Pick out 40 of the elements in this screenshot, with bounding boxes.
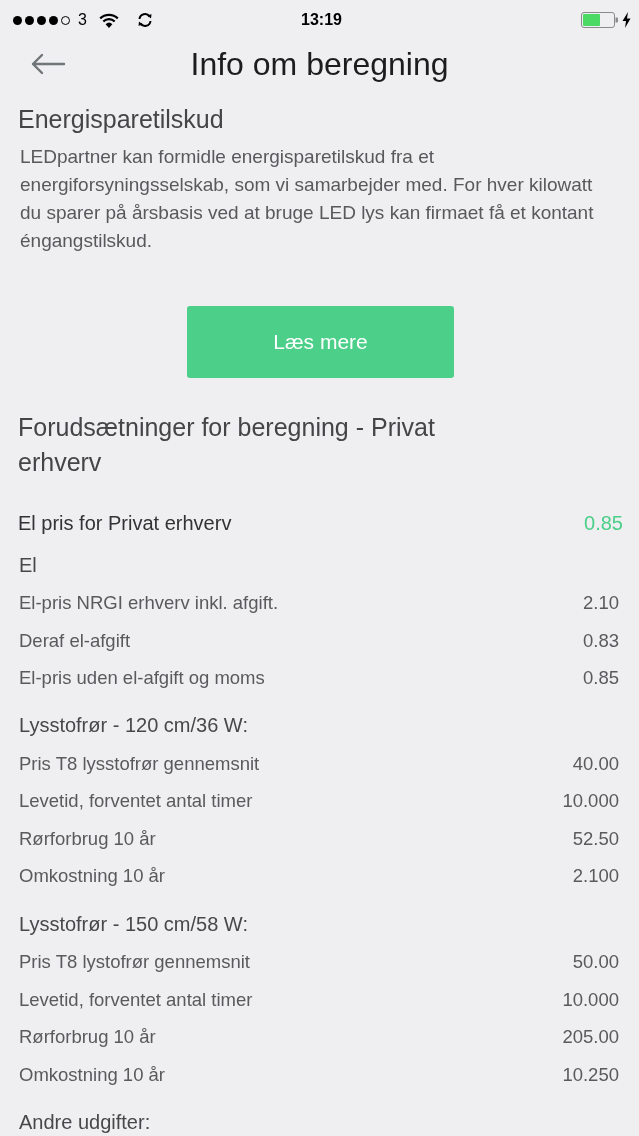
section-title: Forudsætninger for beregning - Privat erhverv	[18, 412, 436, 478]
row-label: Pris T8 lystofrør gennemsnit	[19, 950, 250, 975]
description-paragraph: LEDpartner kan formidle energisparetilskud fra et energiforsyningsselskab, som vi samarbejder med. For hver kilowatt du sparer på årsbasis ved at bruge LED lys kan firmaet få et kontant éngangstilskud.	[20, 145, 595, 253]
row-label: Deraf el-afgift	[19, 628, 131, 653]
row-label: Omkostning 10 år	[19, 864, 165, 889]
back-arrow-icon[interactable]	[30, 53, 66, 75]
price-value: 0.85	[584, 511, 623, 536]
row-value: 0.83	[583, 628, 619, 653]
carrier-name: 3	[78, 10, 87, 30]
wifi-icon	[98, 12, 119, 28]
group-title: Andre udgifter:	[18, 1110, 152, 1136]
row-value: 10.250	[562, 1062, 619, 1087]
page-title: Info om beregning	[189, 45, 450, 84]
battery-icon	[581, 12, 619, 28]
row-label: El-pris NRGI erhverv inkl. afgift.	[19, 590, 279, 615]
row-value: 205.00	[562, 1025, 619, 1050]
group-title: El	[18, 552, 38, 578]
sync-icon	[136, 12, 153, 28]
row-value: 52.50	[572, 826, 619, 851]
group-title: Lysstofrør - 150 cm/58 W:	[18, 911, 249, 937]
row-value: 10.000	[562, 987, 619, 1012]
row-value: 2.10	[583, 590, 619, 615]
row-value: 10.000	[562, 789, 619, 814]
read-more-button[interactable]: Læs mere	[187, 306, 454, 378]
group-title: Lysstofrør - 120 cm/36 W:	[18, 713, 249, 739]
row-label: Levetid, forventet antal timer	[19, 789, 253, 814]
row-value: 50.00	[572, 950, 619, 975]
row-label: Pris T8 lysstofrør gennemsnit	[19, 751, 260, 776]
row-value: 0.85	[583, 666, 619, 691]
row-label: Omkostning 10 år	[19, 1062, 165, 1087]
row-label: El-pris uden el-afgift og moms	[19, 666, 265, 691]
row-label: Levetid, forventet antal timer	[19, 987, 253, 1012]
row-label: Rørforbrug 10 år	[19, 826, 156, 851]
section-title: Energisparetilskud	[18, 104, 225, 135]
row-value: 2.100	[572, 864, 619, 889]
row-label: Rørforbrug 10 år	[19, 1025, 156, 1050]
charging-bolt-icon	[622, 12, 631, 28]
price-label: El pris for Privat erhverv	[18, 511, 232, 536]
clock-time: 13:19	[301, 10, 342, 30]
row-value: 40.00	[572, 751, 619, 776]
